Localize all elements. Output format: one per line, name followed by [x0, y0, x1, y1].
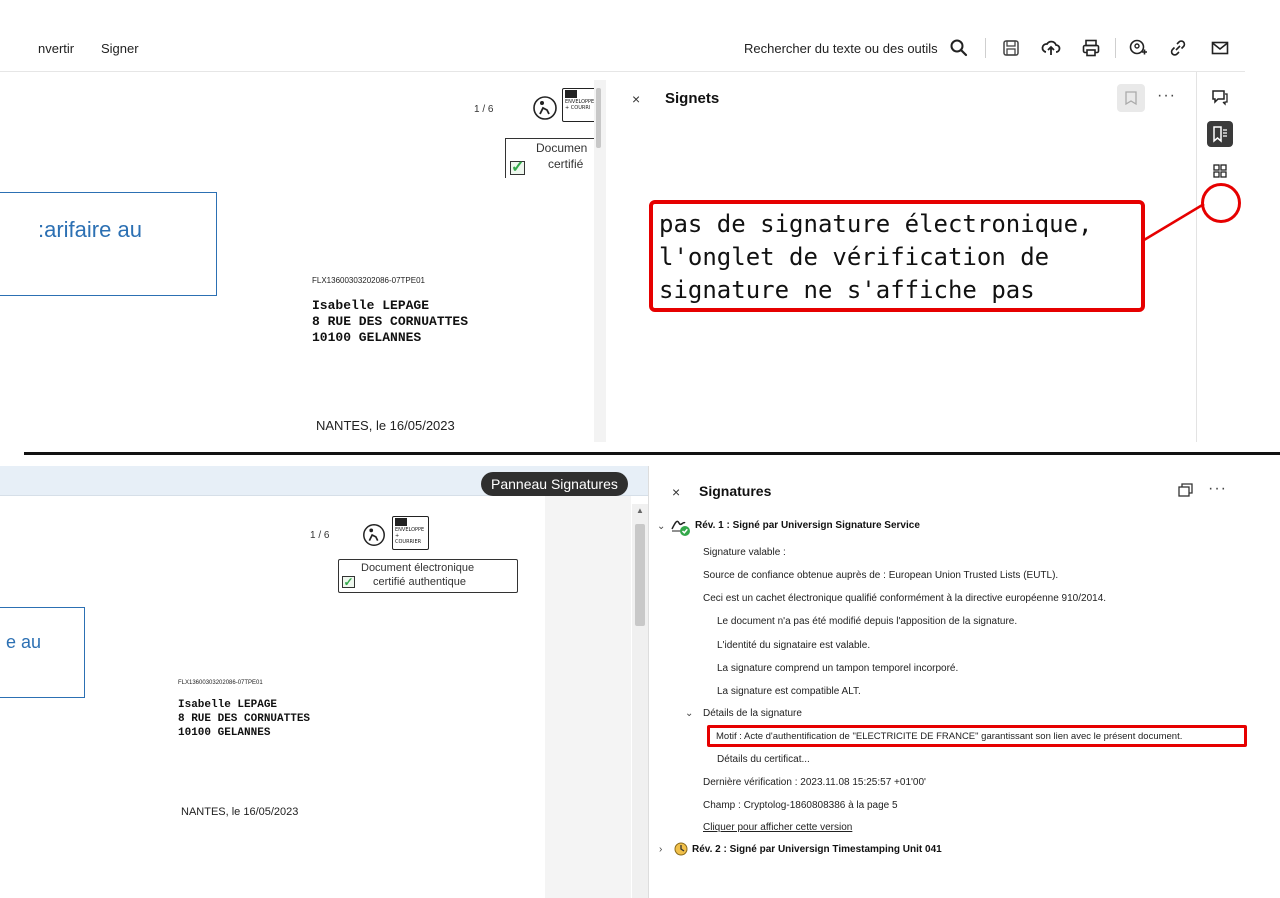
bookmark-add-icon — [1125, 91, 1137, 106]
address-line: 8 RUE DES CORNUATTES — [312, 314, 469, 329]
certified-stamp: Documen certifié ✓ — [505, 138, 595, 178]
chevron-down-icon[interactable]: ⌄ — [657, 521, 665, 532]
certified-text-line1: Document électronique — [361, 562, 475, 574]
sign-menu[interactable]: Signer — [101, 41, 139, 56]
mail-icon[interactable] — [1209, 37, 1231, 59]
address-line: 8 RUE DES CORNUATTES — [178, 713, 311, 725]
address-line: 10100 GELANNES — [178, 727, 271, 739]
page-indicator: 1 / 6 — [310, 530, 330, 541]
annotation-line: pas de signature électronique, — [659, 210, 1093, 238]
bookmarks-view-screenshot: nvertir Signer Rechercher du texte ou de… — [0, 0, 1280, 442]
toolbar-separator — [1115, 38, 1116, 58]
save-icon[interactable] — [1000, 37, 1022, 59]
bookmark-icon[interactable] — [1207, 121, 1233, 147]
link-icon[interactable] — [1167, 37, 1189, 59]
certified-text-line2: certifié authentique — [373, 576, 466, 588]
revision-2-header[interactable]: Rév. 2 : Signé par Universign Timestampi… — [692, 844, 942, 855]
certified-stamp: Document électronique certifié authentiq… — [338, 559, 518, 593]
more-options-button[interactable]: ··· — [1157, 87, 1176, 105]
city-date: NANTES, le 16/05/2023 — [181, 806, 299, 818]
reference-code: FLX13600303202086-07TPE01 — [312, 276, 425, 285]
convert-menu[interactable]: nvertir — [38, 41, 74, 56]
scroll-up-icon[interactable]: ▲ — [636, 506, 644, 515]
annotation-callout: pas de signature électronique, l'onglet … — [649, 200, 1145, 312]
envelope-logo: ENVELOPPE + COURRIER — [392, 516, 429, 550]
check-icon: ✓ — [342, 575, 355, 589]
page-gutter — [545, 496, 631, 898]
city-date: NANTES, le 16/05/2023 — [316, 418, 455, 433]
more-options-button[interactable]: ··· — [1208, 480, 1227, 498]
timestamp-signature-icon — [672, 840, 690, 858]
annotation-circle — [1201, 183, 1241, 223]
certificate-details-link[interactable]: Détails du certificat... — [717, 754, 810, 765]
rail-divider — [1196, 72, 1197, 442]
address-line: 10100 GELANNES — [312, 330, 422, 345]
alt-compat-text: La signature est compatible ALT. — [717, 686, 861, 697]
show-version-link[interactable]: Cliquer pour afficher cette version — [703, 822, 852, 833]
annotation-line: l'onglet de vérification de — [659, 243, 1050, 271]
certified-text-line2: certifié — [548, 157, 584, 171]
search-icon[interactable] — [948, 37, 970, 59]
address-line: Isabelle LEPAGE — [178, 699, 278, 711]
annotation-connector — [1143, 202, 1205, 242]
panel-title: Signatures — [699, 483, 772, 499]
tariff-box-text: e au — [6, 632, 42, 652]
close-panel-button[interactable]: × — [632, 91, 640, 107]
comment-icon[interactable] — [1207, 84, 1233, 110]
sign-user-icon[interactable] — [1127, 37, 1149, 59]
vertical-scrollbar[interactable] — [594, 80, 606, 442]
screenshot-divider — [24, 452, 1280, 455]
address-line: Isabelle LEPAGE — [312, 298, 430, 313]
close-panel-button[interactable]: × — [672, 484, 680, 500]
grid-icon[interactable] — [1207, 158, 1233, 184]
not-modified-text: Le document n'a pas été modifié depuis l… — [717, 616, 1018, 627]
chevron-down-icon[interactable]: ⌄ — [685, 708, 693, 719]
recycle-icon — [361, 522, 387, 548]
upload-cloud-icon[interactable] — [1040, 37, 1062, 59]
signatures-view-screenshot: Panneau Signatures 1 / 6 ENVELOPPE + COU… — [0, 466, 1280, 898]
signature-details-header[interactable]: Détails de la signature — [703, 708, 802, 719]
tariff-box: :arifaire au — [0, 192, 217, 296]
print-icon[interactable] — [1080, 37, 1102, 59]
recipient-address: Isabelle LEPAGE 8 RUE DES CORNUATTES 101… — [312, 298, 468, 346]
recipient-address: Isabelle LEPAGE 8 RUE DES CORNUATTES 101… — [178, 698, 310, 740]
last-check-text: Dernière vérification : 2023.11.08 15:25… — [703, 777, 926, 788]
validate-signatures-icon[interactable] — [1176, 481, 1194, 499]
add-bookmark-button[interactable] — [1117, 84, 1145, 112]
annotation-line: signature ne s'affiche pas — [659, 276, 1035, 304]
reference-code: FLX13600303202086-07TPE01 — [178, 680, 263, 686]
recycle-icon — [531, 94, 559, 122]
trust-source-text: Source de confiance obtenue auprès de : … — [703, 570, 1059, 581]
vertical-scrollbar[interactable]: ▲ — [632, 504, 648, 898]
signature-panel-button[interactable]: Panneau Signatures — [481, 472, 628, 496]
page-indicator: 1 / 6 — [474, 104, 494, 115]
envelope-logo: ENVELOPPE + COURRI — [562, 88, 596, 122]
check-icon: ✓ — [510, 159, 525, 176]
chevron-right-icon[interactable]: › — [659, 844, 662, 855]
identity-valid-text: L'identité du signataire est valable. — [717, 640, 871, 651]
toolbar-separator — [985, 38, 986, 58]
tariff-box-text: :arifaire au — [38, 217, 142, 242]
panel-title: Signets — [665, 90, 720, 107]
motif-text: Motif : Acte d'authentification de "ELEC… — [716, 731, 1183, 742]
scrollbar-thumb[interactable] — [635, 524, 645, 626]
tariff-box: e au — [0, 607, 85, 698]
search-tools-label[interactable]: Rechercher du texte ou des outils — [744, 41, 938, 56]
panel-divider — [648, 466, 649, 898]
qualified-seal-text: Ceci est un cachet électronique qualifié… — [703, 593, 1107, 604]
field-text: Champ : Cryptolog-1860808386 à la page 5 — [703, 800, 898, 811]
revision-1-header[interactable]: Rév. 1 : Signé par Universign Signature … — [695, 520, 920, 531]
scrollbar-thumb[interactable] — [596, 88, 601, 148]
signature-valid-text: Signature valable : — [703, 547, 786, 558]
timestamp-text: La signature comprend un tampon temporel… — [717, 663, 959, 674]
certified-text-line1: Documen — [536, 141, 588, 155]
toolbar-divider — [0, 71, 1245, 72]
signature-valid-icon — [670, 515, 692, 537]
